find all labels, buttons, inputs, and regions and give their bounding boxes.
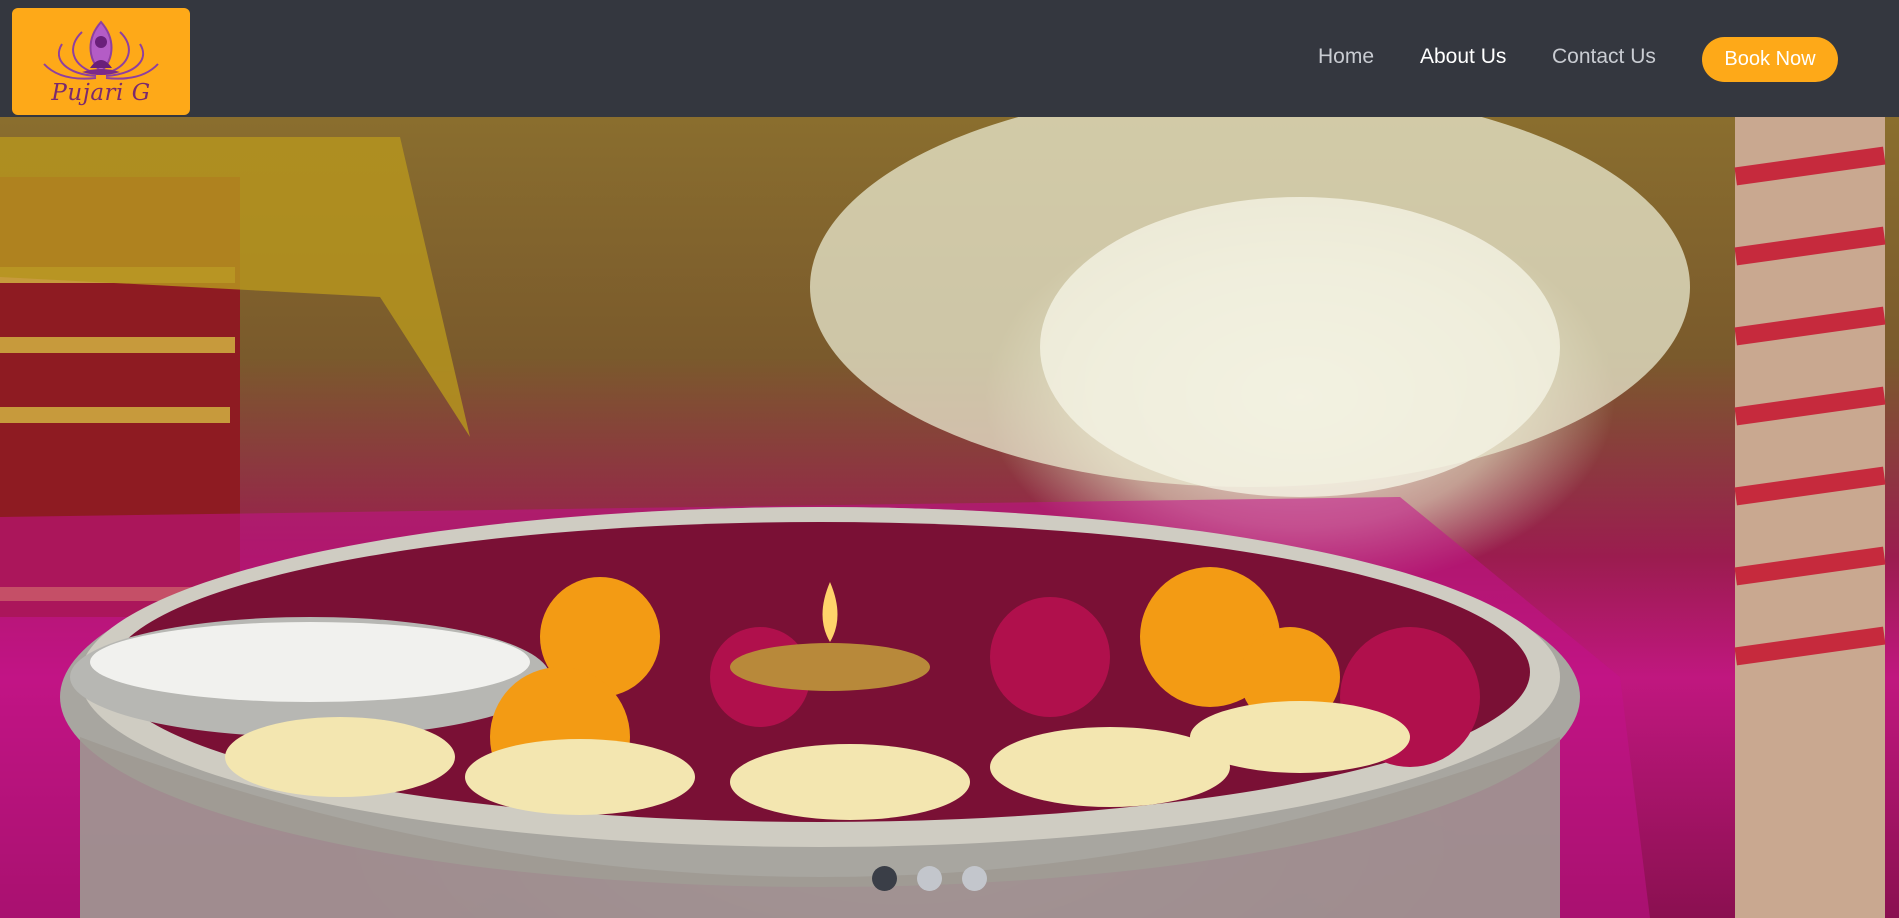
nav-link-about-us[interactable]: About Us (1420, 45, 1506, 69)
nav-link-contact-us[interactable]: Contact Us (1552, 45, 1656, 69)
nav-link-home[interactable]: Home (1318, 45, 1374, 69)
brand-name: Pujari G (51, 80, 151, 106)
brand-logo[interactable]: Pujari G (12, 8, 190, 115)
carousel-dot-3[interactable] (962, 866, 987, 891)
carousel-dot-2[interactable] (917, 866, 942, 891)
carousel-dot-1[interactable] (872, 866, 897, 891)
top-navbar: Pujari G Home About Us Contact Us Book N… (0, 0, 1899, 117)
book-now-button[interactable]: Book Now (1702, 37, 1838, 82)
hero-carousel-slide (0, 117, 1899, 918)
puja-thali-image (0, 117, 1886, 918)
